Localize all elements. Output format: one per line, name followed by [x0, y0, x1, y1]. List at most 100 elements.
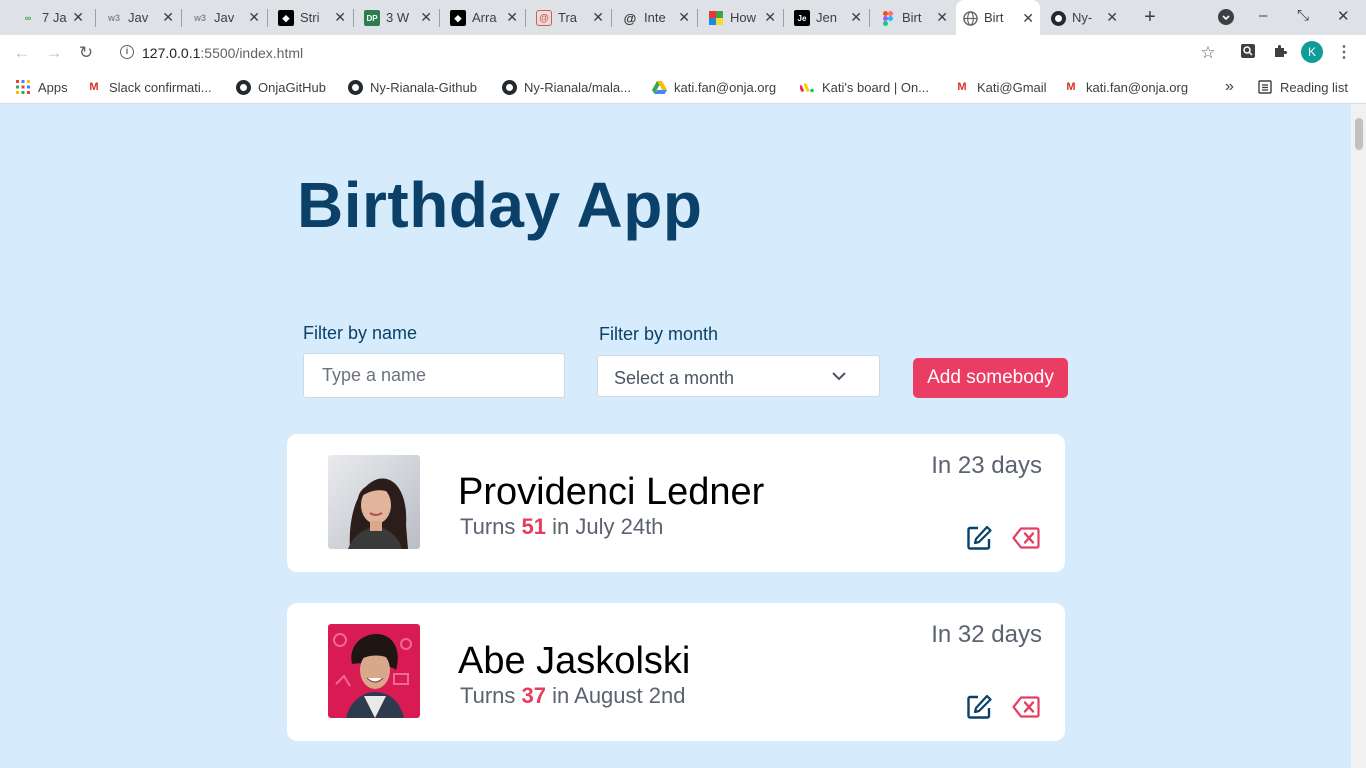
bookmark-onjagithub[interactable]: OnjaGitHub: [235, 78, 326, 96]
browser-tab[interactable]: ∞ 7 Ja ✕: [14, 2, 90, 33]
drive-icon: [651, 79, 667, 95]
close-icon[interactable]: ✕: [764, 9, 776, 25]
close-icon[interactable]: ✕: [72, 9, 84, 25]
close-icon[interactable]: ✕: [248, 9, 260, 25]
browser-tab[interactable]: DP 3 W ✕: [358, 2, 438, 33]
browser-tab[interactable]: @ Inte ✕: [616, 2, 696, 33]
browser-tab[interactable]: w3 Jav ✕: [100, 2, 180, 33]
browser-tab[interactable]: ◆ Arra ✕: [444, 2, 524, 33]
tab-divider: [267, 9, 268, 27]
w3schools-icon: w3: [193, 13, 206, 23]
page-viewport: Birthday App Filter by name Filter by mo…: [0, 104, 1351, 768]
w3schools-icon: w3: [107, 13, 120, 23]
days-until-birthday: In 32 days: [931, 621, 1042, 648]
bookmark-kati-onja[interactable]: M kati.fan@onja.org: [1063, 78, 1188, 96]
filter-month-label: Filter by month: [599, 324, 719, 344]
address-bar[interactable]: i 127.0.0.1:5500/index.html: [112, 39, 1234, 67]
browser-tab[interactable]: @ Tra ✕: [530, 2, 610, 33]
gmail-icon: M: [1066, 81, 1076, 93]
bookmark-apps[interactable]: Apps: [15, 78, 68, 96]
gmail-icon: M: [957, 81, 967, 93]
tab-strip: ∞ 7 Ja ✕ w3 Jav ✕ w3 Jav ✕ ◆ Stri ✕ DP 3…: [0, 0, 1366, 35]
filter-name-label: Filter by name: [303, 323, 418, 343]
globe-icon: [962, 10, 978, 26]
person-age: 37: [521, 683, 547, 708]
bookmarks-bar: Apps M Slack confirmati... OnjaGitHub Ny…: [0, 71, 1366, 104]
close-icon[interactable]: ✕: [678, 9, 690, 25]
je-icon: Je: [794, 10, 810, 26]
close-icon[interactable]: ✕: [1022, 10, 1034, 26]
codepen-icon: ◆: [278, 10, 294, 26]
extensions-puzzle-icon[interactable]: [1270, 43, 1290, 63]
profile-avatar[interactable]: K: [1301, 41, 1323, 63]
grid-icon: [708, 10, 724, 26]
browser-tab[interactable]: w3 Jav ✕: [186, 2, 266, 33]
bookmark-slack[interactable]: M Slack confirmati...: [86, 78, 211, 96]
delete-backspace-icon[interactable]: [1012, 527, 1040, 549]
person-turns: Turns 51 in July 24th: [460, 514, 664, 539]
scrollbar-thumb[interactable]: [1355, 118, 1363, 150]
tab-divider: [611, 9, 612, 27]
bookmark-ny-rianala-github[interactable]: Ny-Rianala-Github: [347, 78, 477, 96]
close-icon[interactable]: ✕: [592, 9, 604, 25]
new-tab-plus-icon[interactable]: +: [1140, 6, 1160, 29]
app-title: Birthday App: [297, 169, 703, 241]
close-icon[interactable]: ✕: [1106, 9, 1118, 25]
days-until-birthday: In 23 days: [931, 452, 1042, 479]
monday-icon: [799, 79, 815, 95]
edit-icon[interactable]: [966, 694, 992, 720]
close-icon[interactable]: ✕: [420, 9, 432, 25]
close-icon[interactable]: ✕: [334, 9, 346, 25]
swirl-icon: @: [623, 10, 637, 26]
browser-tab[interactable]: Birt ✕: [874, 2, 954, 33]
minimize-icon[interactable]: –: [1259, 7, 1267, 24]
back-arrow-icon[interactable]: ←: [10, 41, 34, 65]
chevron-down-icon: [832, 372, 846, 381]
tab-divider: [181, 9, 182, 27]
filter-month-select[interactable]: Select a month: [597, 355, 880, 397]
infinity-icon: ∞: [24, 13, 32, 23]
close-icon[interactable]: ✕: [936, 9, 948, 25]
github-icon: [347, 79, 363, 95]
close-icon[interactable]: ✕: [162, 9, 174, 25]
add-somebody-button[interactable]: Add somebody: [913, 358, 1068, 398]
bookmark-ny-rianala-mala[interactable]: Ny-Rianala/mala...: [501, 78, 631, 96]
close-window-icon[interactable]: ✕: [1337, 7, 1350, 25]
github-icon: [235, 79, 251, 95]
tab-divider: [95, 9, 96, 27]
page-scrollbar[interactable]: [1351, 104, 1366, 768]
menu-kebab-icon[interactable]: ⋮: [1334, 43, 1354, 63]
url-text[interactable]: 127.0.0.1:5500/index.html: [142, 45, 303, 61]
figma-icon: [880, 10, 896, 26]
browser-tab-active[interactable]: Birt ✕: [956, 0, 1040, 35]
delete-backspace-icon[interactable]: [1012, 696, 1040, 718]
close-icon[interactable]: ✕: [850, 9, 862, 25]
forward-arrow-icon[interactable]: →: [42, 41, 66, 65]
close-icon[interactable]: ✕: [506, 9, 518, 25]
browser-tab[interactable]: Ny- ✕: [1044, 2, 1124, 33]
bookmark-drive[interactable]: kati.fan@onja.org: [651, 78, 776, 96]
reload-icon[interactable]: ↻: [74, 41, 98, 65]
site-info-icon[interactable]: i: [120, 45, 134, 59]
browser-tab[interactable]: Je Jen ✕: [788, 2, 868, 33]
browser-tab[interactable]: ◆ Stri ✕: [272, 2, 352, 33]
browser-tab[interactable]: How ✕: [702, 2, 782, 33]
filter-name-input[interactable]: [303, 353, 565, 398]
edit-icon[interactable]: [966, 525, 992, 551]
restore-icon[interactable]: ⤡: [1297, 7, 1309, 24]
more-bookmarks-chevron-icon[interactable]: »: [1225, 78, 1234, 96]
tab-divider: [439, 9, 440, 27]
tab-divider: [869, 9, 870, 27]
person-card: Providenci Ledner Turns 51 in July 24th …: [287, 434, 1065, 572]
tab-search-icon[interactable]: [1218, 9, 1234, 25]
bookmark-kati-gmail[interactable]: M Kati@Gmail: [954, 78, 1046, 96]
reading-list-button[interactable]: Reading list: [1257, 78, 1348, 96]
bookmark-star-icon[interactable]: ☆: [1198, 43, 1218, 63]
avatar: [328, 624, 420, 718]
dp-icon: DP: [364, 10, 380, 26]
person-name: Abe Jaskolski: [458, 640, 691, 682]
bookmark-monday[interactable]: Kati's board | On...: [799, 78, 929, 96]
person-turns: Turns 37 in August 2nd: [460, 683, 686, 708]
month-select-value: Select a month: [614, 368, 735, 388]
zoom-lens-icon[interactable]: [1238, 43, 1258, 63]
